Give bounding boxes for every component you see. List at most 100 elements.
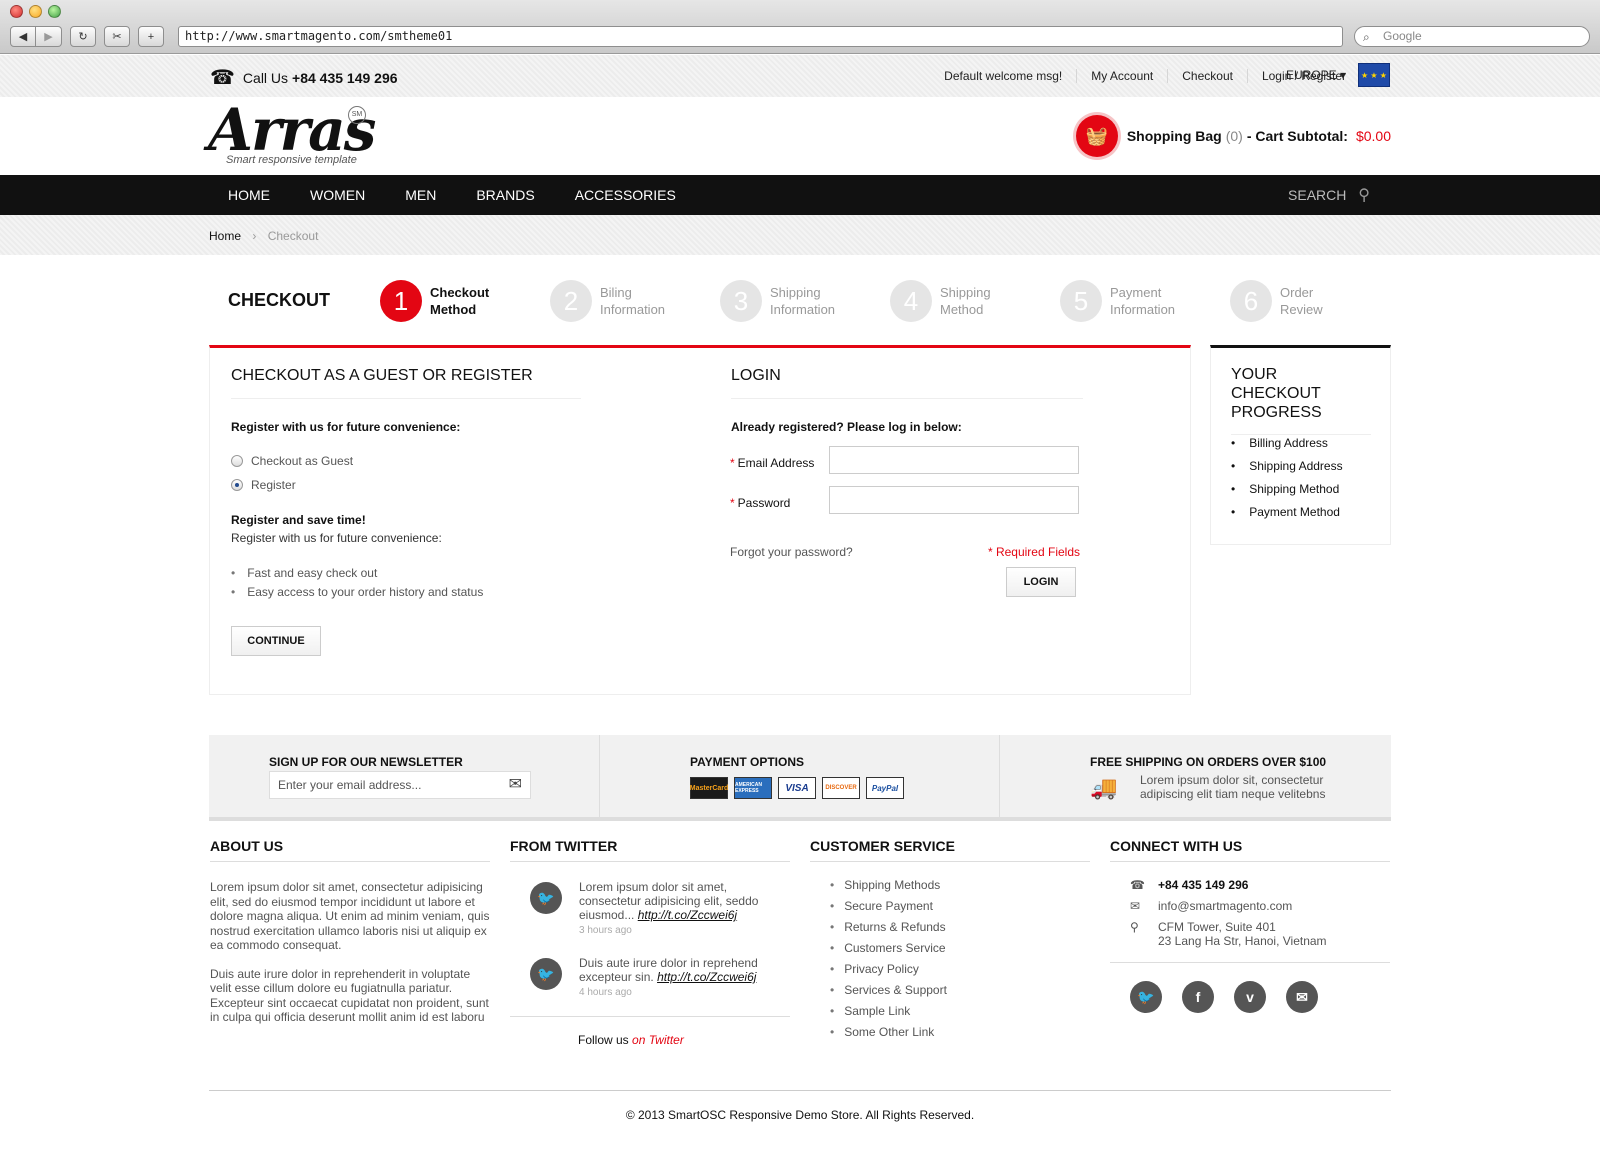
nav-item-men[interactable]: MEN bbox=[405, 175, 436, 215]
copyright: © 2013 SmartOSC Responsive Demo Store. A… bbox=[209, 1090, 1391, 1122]
step-payment-information[interactable]: 5 Payment Information bbox=[1060, 280, 1188, 322]
facebook-icon[interactable]: f bbox=[1182, 981, 1214, 1013]
radio-checkout-as-guest[interactable]: Checkout as Guest bbox=[231, 454, 353, 468]
contact-phone: +84 435 149 296 bbox=[1158, 878, 1249, 892]
page-title: CHECKOUT bbox=[228, 290, 330, 310]
top-bar: ☎ Call Us +84 435 149 296 Default welcom… bbox=[0, 55, 1600, 97]
logo-tagline: Smart responsive template bbox=[226, 154, 357, 166]
radio-button-selected[interactable] bbox=[231, 479, 243, 491]
nav-item-brands[interactable]: BRANDS bbox=[476, 175, 534, 215]
contact-address: CFM Tower, Suite 401 23 Lang Ha Str, Hano… bbox=[1158, 920, 1327, 948]
payment-cards: MasterCard AMERICAN EXPRESS VISA DISCOVE… bbox=[690, 777, 904, 799]
email-label: * Email Address bbox=[730, 456, 815, 470]
cs-link-other[interactable]: Some Other Link bbox=[830, 1025, 1090, 1039]
step-billing-information[interactable]: 2 Biling Information bbox=[550, 280, 678, 322]
eu-flag-icon[interactable]: ★ ★ ★ bbox=[1358, 63, 1390, 87]
discover-icon: DISCOVER bbox=[822, 777, 860, 799]
step-number: 5 bbox=[1060, 280, 1102, 322]
cs-link-secure-payment[interactable]: Secure Payment bbox=[830, 899, 1090, 913]
chevron-right-icon: › bbox=[252, 229, 257, 243]
cs-link-shipping-methods[interactable]: Shipping Methods bbox=[830, 878, 1090, 892]
nav-item-home[interactable]: HOME bbox=[228, 175, 270, 215]
checkout-link[interactable]: Checkout bbox=[1167, 69, 1247, 83]
tweet-time: 4 hours ago bbox=[579, 987, 632, 998]
newsletter-email-input[interactable]: Enter your email address... ✉ bbox=[269, 771, 531, 799]
plus-icon: + bbox=[147, 30, 155, 43]
cart-subtotal-label: - Cart Subtotal: bbox=[1246, 128, 1348, 144]
step-shipping-information[interactable]: 3 Shipping Information bbox=[720, 280, 848, 322]
cs-link-returns-refunds[interactable]: Returns & Refunds bbox=[830, 920, 1090, 934]
step-order-review[interactable]: 6 Order Review bbox=[1230, 280, 1358, 322]
twitter-bird-icon: 🐦 bbox=[530, 958, 562, 990]
password-field[interactable] bbox=[829, 486, 1079, 514]
contact-info: ☎ +84 435 149 296 ✉ info@smartmagento.com … bbox=[1110, 878, 1390, 948]
email-field[interactable] bbox=[829, 446, 1079, 474]
checkout-progress-title: YOUR CHECKOUT PROGRESS bbox=[1231, 365, 1371, 435]
register-benefits: Fast and easy check out Easy access to y… bbox=[231, 566, 483, 604]
tweet-time: 3 hours ago bbox=[579, 925, 632, 936]
about-us-column: ABOUT US Lorem ipsum dolor sit amet, con… bbox=[210, 838, 490, 1025]
follow-us-label: Follow us bbox=[578, 1033, 629, 1047]
newsletter-placeholder: Enter your email address... bbox=[278, 778, 422, 792]
back-button[interactable]: ◀ bbox=[10, 26, 36, 47]
cs-link-services-support[interactable]: Services & Support bbox=[830, 983, 1090, 997]
cs-link-customers-service[interactable]: Customers Service bbox=[830, 941, 1090, 955]
contact-email[interactable]: info@smartmagento.com bbox=[1158, 899, 1292, 913]
zoom-window-button[interactable] bbox=[48, 5, 61, 18]
nav-item-women[interactable]: WOMEN bbox=[310, 175, 365, 215]
close-window-button[interactable] bbox=[10, 5, 23, 18]
shopping-bag[interactable]: 🧺 Shopping Bag (0) - Cart Subtotal: $0.0… bbox=[1075, 115, 1391, 157]
register-prompt: Register with us for future convenience: bbox=[231, 420, 461, 434]
progress-item-shipping-method: Shipping Method bbox=[1231, 482, 1343, 496]
newsletter-title: SIGN UP FOR OUR NEWSLETTER bbox=[269, 755, 463, 769]
address-bar[interactable]: http://www.smartmagento.com/smtheme01 bbox=[178, 26, 1343, 47]
about-us-paragraph: Lorem ipsum dolor sit amet, consectetur … bbox=[210, 880, 490, 952]
reload-button[interactable]: ↻ bbox=[70, 26, 96, 47]
follow-on-twitter-link[interactable]: on Twitter bbox=[632, 1033, 684, 1047]
logo-badge: SM bbox=[348, 106, 366, 124]
forward-button[interactable]: ▶ bbox=[36, 26, 62, 47]
step-number: 1 bbox=[380, 280, 422, 322]
radio-button[interactable] bbox=[231, 455, 243, 467]
step-checkout-method[interactable]: 1 Checkout Method bbox=[380, 280, 508, 322]
amex-icon: AMERICAN EXPRESS bbox=[734, 777, 772, 799]
checkout-method-panel: CHECKOUT AS A GUEST OR REGISTER Register… bbox=[209, 345, 1191, 695]
envelope-icon: ✉ bbox=[1130, 899, 1141, 913]
envelope-icon[interactable]: ✉ bbox=[509, 772, 522, 798]
cs-link-privacy-policy[interactable]: Privacy Policy bbox=[830, 962, 1090, 976]
step-label: Checkout Method bbox=[430, 285, 490, 317]
free-shipping-text: Lorem ipsum dolor sit, consectetur adipis… bbox=[1140, 773, 1326, 801]
store-logo[interactable]: Arras SM Smart responsive template bbox=[208, 100, 376, 166]
nav-item-accessories[interactable]: ACCESSORIES bbox=[575, 175, 676, 215]
tweet-link[interactable]: http://t.co/Zccwei6j bbox=[657, 970, 756, 984]
login-heading: LOGIN bbox=[731, 367, 1083, 399]
region-selector[interactable]: EUROPE ▾ bbox=[1286, 68, 1346, 82]
tweet-item: 🐦 Duis aute irure dolor in reprehend exc… bbox=[510, 956, 790, 1000]
minimize-window-button[interactable] bbox=[29, 5, 42, 18]
basket-icon: 🧺 bbox=[1075, 115, 1118, 157]
email-icon[interactable]: ✉ bbox=[1286, 981, 1318, 1013]
continue-button[interactable]: CONTINUE bbox=[231, 626, 321, 656]
forgot-password-link[interactable]: Forgot your password? bbox=[730, 545, 853, 559]
tweet-link[interactable]: http://t.co/Zccwei6j bbox=[638, 908, 737, 922]
new-tab-button[interactable]: + bbox=[138, 26, 164, 47]
password-label: * Password bbox=[730, 496, 791, 510]
truck-icon: 🚚 bbox=[1090, 775, 1118, 800]
twitter-icon[interactable]: 🐦 bbox=[1130, 981, 1162, 1013]
paypal-icon: PayPal bbox=[866, 777, 904, 799]
social-links: 🐦 f v ✉ bbox=[1110, 962, 1390, 1013]
back-arrow-icon: ◀ bbox=[18, 31, 28, 43]
step-label: Payment Information bbox=[1110, 285, 1176, 317]
my-account-link[interactable]: My Account bbox=[1076, 69, 1167, 83]
login-button[interactable]: LOGIN bbox=[1006, 567, 1076, 597]
search-icon[interactable]: ⚲ bbox=[1358, 187, 1370, 204]
breadcrumb-home[interactable]: Home bbox=[209, 229, 241, 243]
nav-search[interactable]: SEARCH ⚲ bbox=[1288, 175, 1370, 216]
vimeo-icon[interactable]: v bbox=[1234, 981, 1266, 1013]
browser-search-field[interactable]: ⌕ Google bbox=[1354, 26, 1590, 47]
map-pin-icon: ⚲ bbox=[1130, 920, 1139, 934]
snip-button[interactable]: ✂ bbox=[104, 26, 130, 47]
radio-register[interactable]: Register bbox=[231, 478, 296, 492]
cs-link-sample[interactable]: Sample Link bbox=[830, 1004, 1090, 1018]
step-shipping-method[interactable]: 4 Shipping Method bbox=[890, 280, 1018, 322]
